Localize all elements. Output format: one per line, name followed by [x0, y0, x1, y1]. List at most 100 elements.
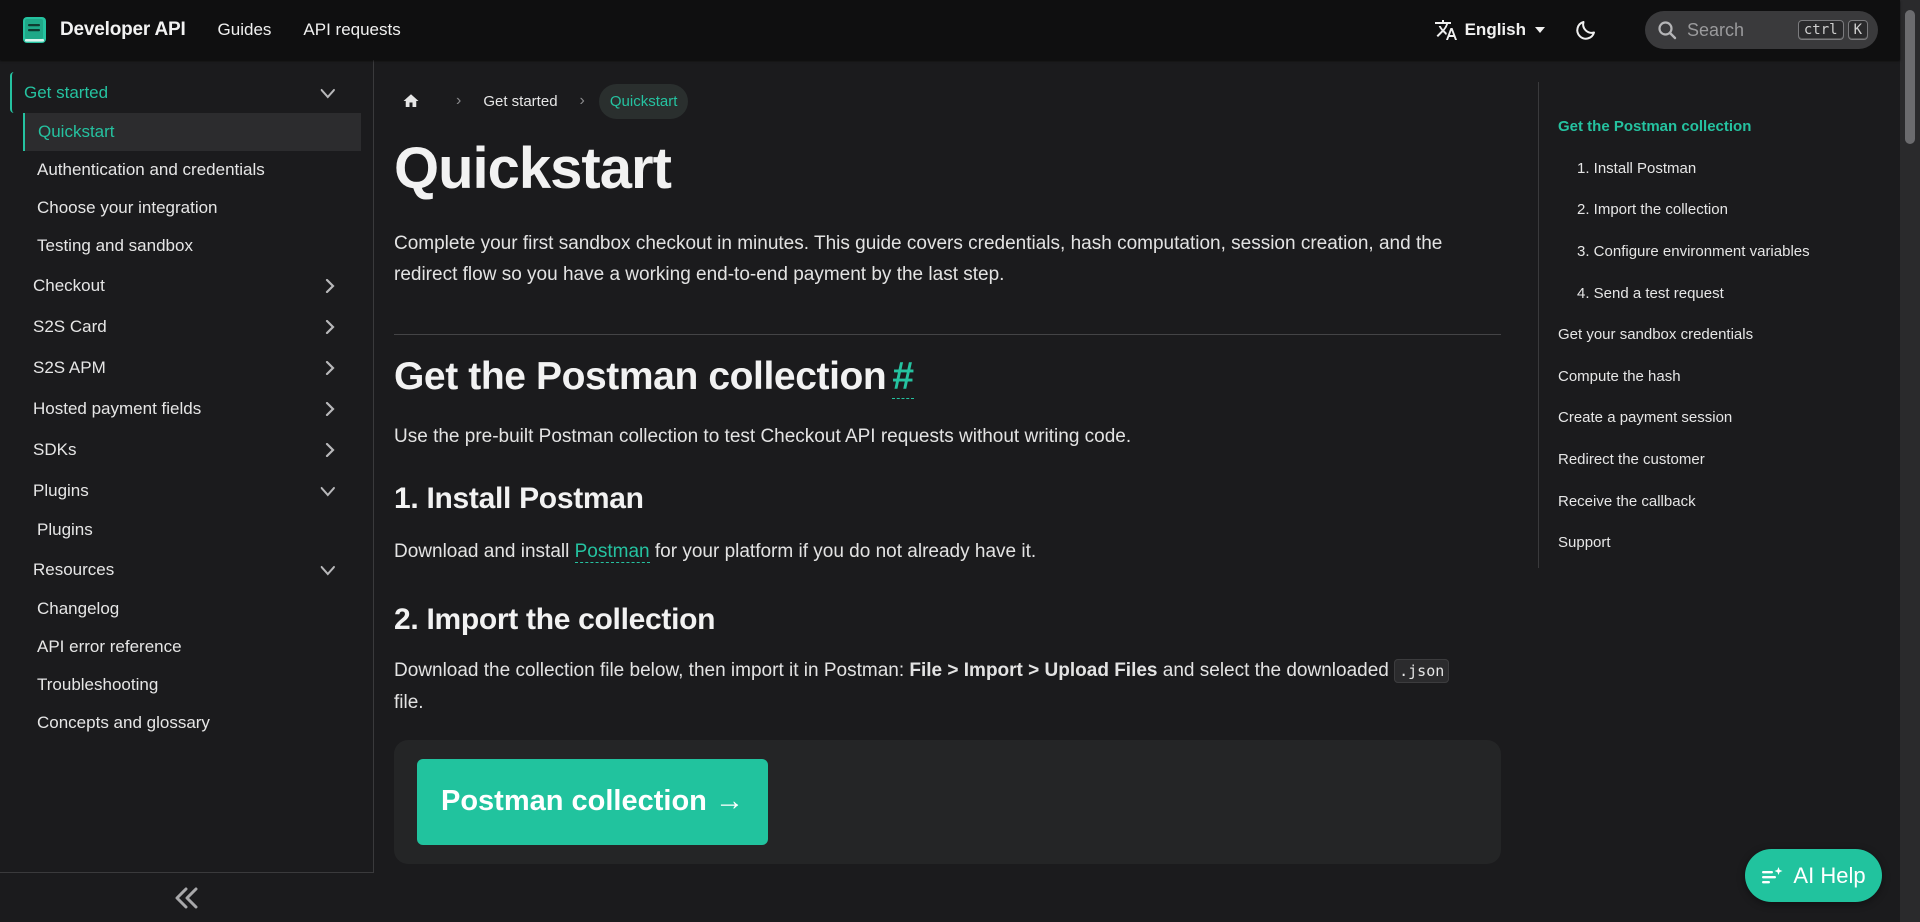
section-heading-postman: Get the Postman collection # [394, 354, 1501, 399]
sidebar-item-testing-sandbox[interactable]: Testing and sandbox [0, 227, 361, 265]
brand-link[interactable]: Developer API [22, 16, 186, 44]
search-placeholder: Search [1687, 19, 1745, 40]
step1-text: Download and install Postman for your pl… [394, 536, 1501, 567]
json-code: .json [1394, 658, 1450, 683]
sidebar-item-plugins[interactable]: Plugins [0, 511, 361, 549]
postman-link[interactable]: Postman [574, 540, 650, 563]
step1-heading: 1. Install Postman [394, 481, 644, 515]
toc-item-compute-hash[interactable]: Compute the hash [1558, 356, 1878, 398]
chevron-right-icon[interactable] [323, 278, 337, 293]
step2-text-post: file. [394, 691, 424, 713]
sidebar-category-sdks[interactable]: SDKs [10, 429, 361, 470]
toc-item-import-collection[interactable]: 2. Import the collection [1558, 189, 1878, 231]
sidebar-category-resources[interactable]: Resources [10, 549, 361, 590]
breadcrumb-separator: › [579, 92, 585, 109]
step2-text-pre: Download the collection file below, then… [394, 659, 910, 681]
language-dropdown[interactable]: English [1434, 18, 1545, 42]
sidebar-category-label: SDKs [33, 439, 77, 459]
sidebar-menu: Get started Quickstart Authentication an… [0, 60, 373, 742]
nav-link-api-requests[interactable]: API requests [303, 20, 400, 40]
postman-collection-button[interactable]: Postman collection → [417, 758, 768, 845]
sidebar-category-plugins[interactable]: Plugins [10, 470, 361, 511]
sidebar-category-checkout[interactable]: Checkout [10, 265, 361, 306]
heading-anchor-link[interactable]: # [892, 354, 914, 399]
sidebar-category-hosted-payment-fields[interactable]: Hosted payment fields [10, 388, 361, 429]
step2-text-mid: and select the downloaded [1157, 659, 1395, 681]
toc-item-redirect-customer[interactable]: Redirect the customer [1558, 439, 1878, 481]
ai-help-label: AI Help [1793, 862, 1866, 888]
step2-text: Download the collection file below, then… [394, 655, 1501, 718]
sidebar-item-choose-integration[interactable]: Choose your integration [0, 189, 361, 227]
download-card: Postman collection → [394, 739, 1501, 864]
toc-item-receive-callback[interactable]: Receive the callback [1558, 480, 1878, 522]
toc-item-install-postman[interactable]: 1. Install Postman [1558, 148, 1878, 190]
sidebar-category-label: Hosted payment fields [33, 398, 202, 418]
kbd-k: K [1847, 20, 1868, 40]
sidebar-item-troubleshooting[interactable]: Troubleshooting [0, 666, 361, 704]
chevron-right-icon[interactable] [323, 360, 337, 375]
breadcrumb: › Get started › Quickstart [394, 82, 1501, 120]
language-label: English [1464, 20, 1526, 39]
moon-icon [1576, 21, 1595, 40]
toc-item-support[interactable]: Support [1558, 522, 1878, 564]
sidebar-category-label: S2S Card [33, 316, 107, 336]
page-intro: Complete your first sandbox checkout in … [394, 232, 1443, 285]
double-chevron-left-icon [175, 887, 198, 908]
navbar: Developer API Guides API requests Englis… [0, 0, 1900, 60]
sidebar-category-get-started[interactable]: Get started [10, 72, 361, 113]
sidebar-item-changelog[interactable]: Changelog [0, 590, 361, 628]
main-content: › Get started › Quickstart Quickstart Co… [394, 60, 1501, 922]
sidebar-category-s2s-apm[interactable]: S2S APM [10, 347, 361, 388]
sidebar-item-api-error-reference[interactable]: API error reference [0, 628, 361, 666]
chevron-down-icon[interactable] [317, 86, 337, 100]
page-scrollbar[interactable] [1900, 0, 1920, 922]
sidebar-item-concepts-glossary[interactable]: Concepts and glossary [0, 704, 361, 742]
step1-text-pre: Download and install [394, 540, 575, 562]
chevron-right-icon[interactable] [323, 401, 337, 416]
book-logo-icon [23, 17, 46, 43]
sidebar-category-s2s-card[interactable]: S2S Card [10, 306, 361, 347]
chevron-down-icon[interactable] [317, 484, 337, 498]
theme-toggle-button[interactable] [1571, 15, 1601, 45]
step2-menu-path: File > Import > Upload Files [909, 659, 1158, 681]
search-icon [1658, 21, 1677, 40]
ai-help-button[interactable]: AI Help [1745, 849, 1882, 902]
translate-icon [1434, 20, 1457, 40]
breadcrumb-quickstart: Quickstart [598, 83, 689, 119]
sidebar-item-authentication[interactable]: Authentication and credentials [0, 151, 361, 189]
toc-item-configure-env[interactable]: 3. Configure environment variables [1558, 231, 1878, 273]
table-of-contents: Get the Postman collection 1. Install Po… [1538, 82, 1878, 568]
search-box[interactable]: Search ctrl K [1645, 11, 1878, 49]
chevron-right-icon[interactable] [323, 319, 337, 334]
toc-item-send-test-request[interactable]: 4. Send a test request [1558, 272, 1878, 314]
nav-link-guides[interactable]: Guides [218, 20, 272, 40]
collapse-sidebar-button[interactable] [0, 872, 374, 922]
navbar-right: English Search ctrl K [1434, 11, 1878, 49]
scrollbar-thumb[interactable] [1905, 10, 1915, 144]
chevron-right-icon[interactable] [323, 442, 337, 457]
sidebar-category-label: S2S APM [33, 357, 106, 377]
section-heading-text: Get the Postman collection [394, 354, 887, 398]
breadcrumb-separator: › [456, 92, 462, 109]
sidebar-category-label: Plugins [33, 480, 89, 500]
breadcrumb-home[interactable] [394, 84, 428, 118]
sidebar: Get started Quickstart Authentication an… [0, 60, 374, 922]
kbd-ctrl: ctrl [1797, 20, 1844, 40]
sparkle-list-icon [1762, 866, 1783, 883]
brand-title: Developer API [60, 19, 186, 40]
divider [394, 333, 1501, 335]
breadcrumb-get-started[interactable]: Get started [475, 85, 565, 118]
toc-item-postman-collection[interactable]: Get the Postman collection [1558, 106, 1878, 148]
chevron-down-icon [1535, 27, 1545, 33]
sidebar-category-label: Checkout [33, 275, 105, 295]
sidebar-item-quickstart[interactable]: Quickstart [23, 113, 361, 151]
chevron-down-icon[interactable] [317, 563, 337, 577]
toc-item-sandbox-credentials[interactable]: Get your sandbox credentials [1558, 314, 1878, 356]
section-description: Use the pre-built Postman collection to … [394, 425, 1132, 447]
sidebar-category-label: Get started [24, 82, 109, 102]
page-title: Quickstart [394, 136, 672, 201]
home-icon [403, 94, 419, 107]
sidebar-category-label: Resources [33, 559, 115, 579]
toc-item-create-session[interactable]: Create a payment session [1558, 397, 1878, 439]
step1-text-post: for your platform if you do not already … [649, 540, 1037, 562]
